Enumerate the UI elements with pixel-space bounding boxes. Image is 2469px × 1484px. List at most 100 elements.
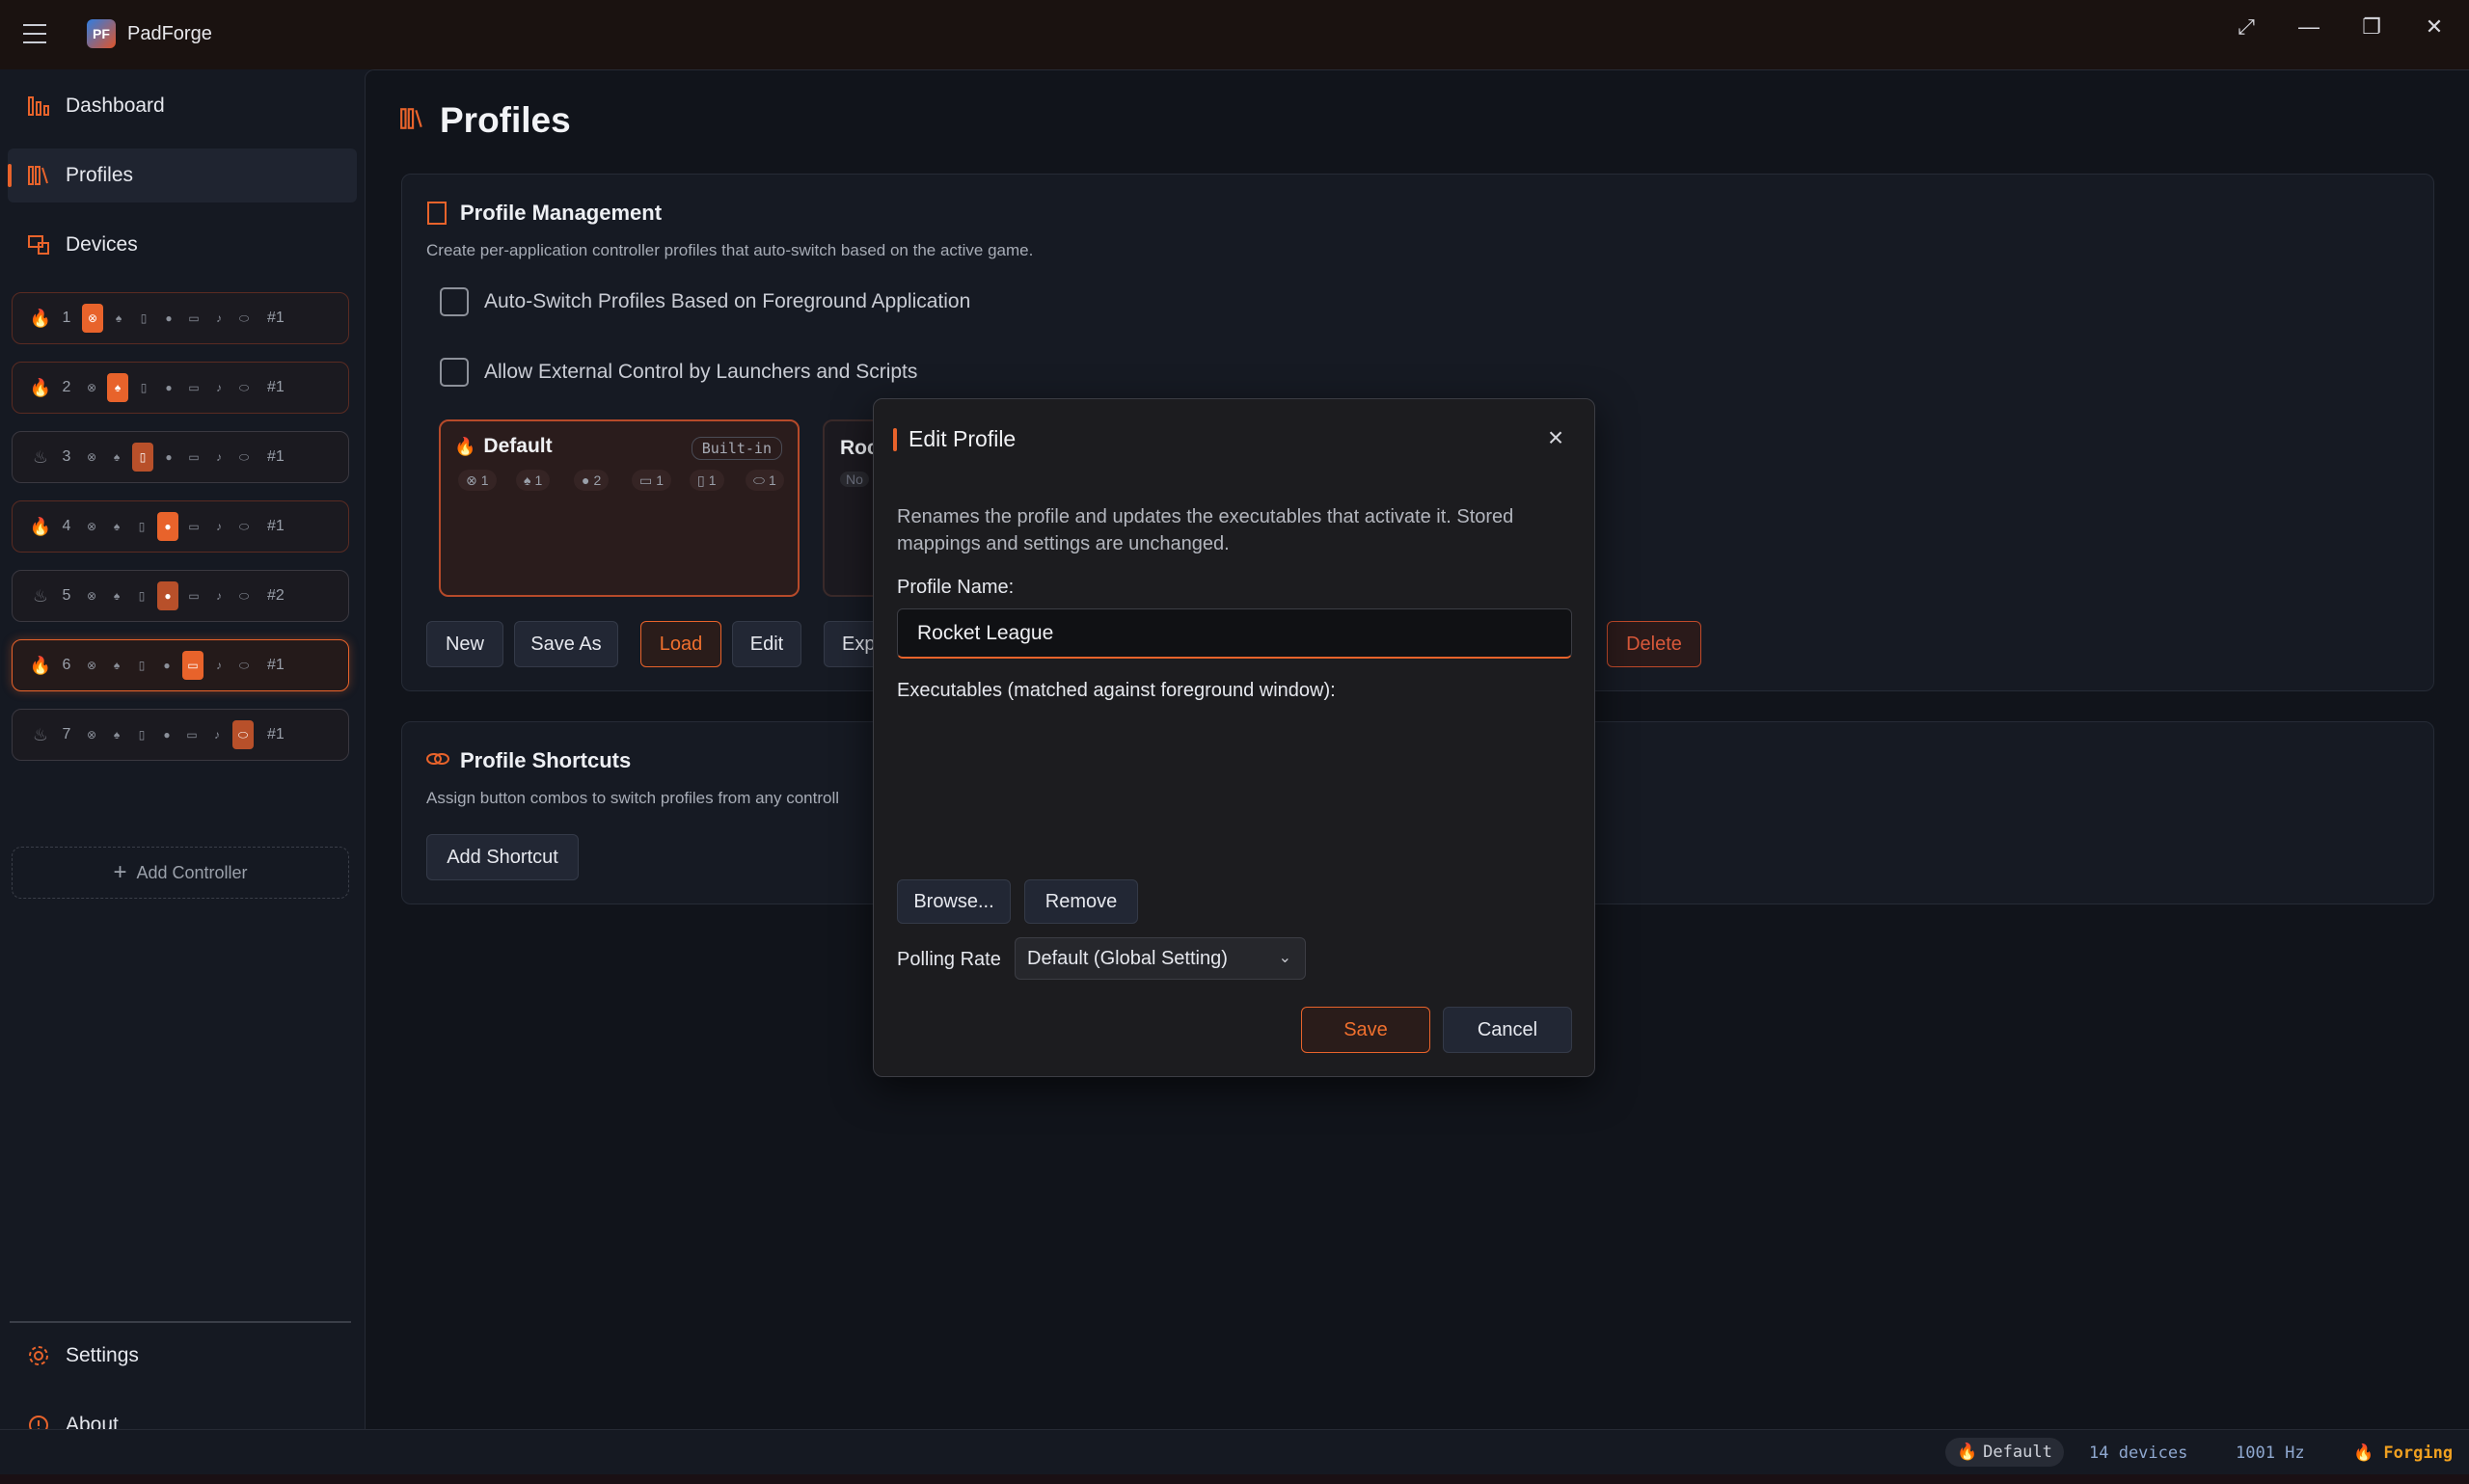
dialog-accent (893, 427, 897, 451)
playstation-icon[interactable]: ♠ (109, 309, 128, 328)
playstation-icon[interactable]: ♠ (107, 656, 126, 675)
sidebar-item-profiles[interactable]: Profiles (8, 148, 357, 202)
close-icon[interactable]: × (1542, 424, 1569, 451)
user-icon[interactable]: ● (159, 447, 178, 467)
hamburger-menu-icon[interactable] (23, 24, 46, 43)
profile-name-input[interactable] (897, 608, 1572, 659)
switch-icon[interactable]: ▯ (134, 309, 153, 328)
switch-icon[interactable]: ▯ (132, 656, 151, 675)
sidebar-item-devices[interactable]: Devices (8, 218, 357, 272)
add-shortcut-button[interactable]: Add Shortcut (426, 834, 579, 880)
instance-tag: #1 (267, 310, 285, 326)
controller-slot-3[interactable]: ♨ 3 ⊗ ♠ ▯ ● ▭ ♪ ⬭ #1 (12, 431, 349, 483)
built-in-badge: Built-in (691, 437, 782, 460)
keyboard-icon[interactable]: ▭ (184, 447, 203, 467)
controller-slot-2[interactable]: 🔥 2 ⊗ ♠ ▯ ● ▭ ♪ ⬭ #1 (12, 362, 349, 414)
flame-icon: 🔥 (29, 377, 52, 397)
minimize-icon[interactable]: — (2286, 8, 2332, 46)
controller-slot-4[interactable]: 🔥 4 ⊗ ♠ ▯ ● ▭ ♪ ⬭ #1 (12, 500, 349, 553)
user-icon[interactable]: ● (159, 378, 178, 397)
xbox-icon[interactable]: ⊗ (82, 378, 101, 397)
playstation-icon[interactable]: ♠ (107, 517, 126, 536)
flame-icon: 🔥 (454, 436, 476, 456)
controller-slot-7[interactable]: ♨ 7 ⊗ ♠ ▯ ● ▭ ♪ ⬭ #1 (12, 709, 349, 761)
remove-button[interactable]: Remove (1024, 879, 1138, 924)
executables-list[interactable] (897, 708, 1572, 872)
gamepad-icon[interactable]: ⬭ (234, 517, 254, 536)
switch-icon[interactable]: ▯ (132, 586, 151, 606)
controller-slot-5[interactable]: ♨ 5 ⊗ ♠ ▯ ● ▭ ♪ ⬭ #2 (12, 570, 349, 622)
user-icon[interactable]: ● (157, 725, 176, 744)
midi-icon[interactable]: ♪ (207, 725, 227, 744)
playstation-icon[interactable]: ♠ (107, 373, 128, 402)
window-bottom-edge (0, 1474, 2469, 1484)
count-value: 1 (708, 472, 717, 488)
add-controller-label: Add Controller (136, 862, 248, 882)
active-profile-chip[interactable]: 🔥 Default (1945, 1438, 2064, 1467)
keyboard-icon[interactable]: ▭ (182, 651, 203, 680)
xbox-icon[interactable]: ⊗ (82, 586, 101, 606)
playstation-icon[interactable]: ♠ (107, 586, 126, 606)
auto-switch-checkbox[interactable] (440, 287, 469, 316)
gamepad-icon[interactable]: ⬭ (234, 447, 254, 467)
midi-icon[interactable]: ♪ (209, 447, 229, 467)
profile-name-text: Default (483, 435, 553, 457)
midi-icon[interactable]: ♪ (209, 517, 229, 536)
save-as-button[interactable]: Save As (514, 621, 618, 667)
keyboard-icon[interactable]: ▭ (184, 309, 203, 328)
profile-card-default[interactable]: 🔥 Default Built-in ⊗ 1 ♠ 1 ● 2 ▭ 1 ▯ 1 ⬭ 1 (439, 419, 800, 597)
external-control-checkbox[interactable] (440, 358, 469, 387)
gamepad-icon[interactable]: ⬭ (234, 586, 254, 606)
switch-icon[interactable]: ▯ (134, 378, 153, 397)
gamepad-icon[interactable]: ⬭ (232, 720, 254, 749)
edit-profile-button[interactable]: Edit (732, 621, 801, 667)
delete-profile-button[interactable]: Delete (1607, 621, 1701, 667)
keyboard-icon[interactable]: ▭ (182, 725, 202, 744)
external-control-row[interactable]: Allow External Control by Launchers and … (440, 358, 917, 387)
profile-name: 🔥 Default (454, 435, 553, 458)
sidebar-item-settings[interactable]: Settings (8, 1329, 357, 1383)
xbox-icon[interactable]: ⊗ (82, 656, 101, 675)
switch-icon[interactable]: ▯ (132, 443, 153, 472)
switch-icon[interactable]: ▯ (132, 517, 151, 536)
count-value: 1 (656, 472, 665, 488)
xbox-icon[interactable]: ⊗ (82, 304, 103, 333)
cancel-button[interactable]: Cancel (1443, 1007, 1572, 1053)
sidebar-item-dashboard[interactable]: Dashboard (8, 79, 357, 133)
user-icon[interactable]: ● (157, 581, 178, 610)
polling-rate-select[interactable]: Default (Global Setting) ⌄ (1015, 937, 1306, 980)
midi-icon[interactable]: ♪ (209, 586, 229, 606)
load-profile-button[interactable]: Load (640, 621, 721, 667)
keyboard-icon[interactable]: ▭ (184, 586, 203, 606)
keyboard-icon[interactable]: ▭ (184, 378, 203, 397)
midi-icon[interactable]: ♪ (209, 378, 229, 397)
gamepad-icon[interactable]: ⬭ (234, 309, 254, 328)
close-window-icon[interactable]: ✕ (2411, 8, 2457, 46)
add-controller-button[interactable]: + Add Controller (12, 847, 349, 899)
gamepad-icon[interactable]: ⬭ (234, 378, 254, 397)
xbox-icon[interactable]: ⊗ (82, 447, 101, 467)
midi-icon[interactable]: ♪ (209, 309, 229, 328)
save-button[interactable]: Save (1301, 1007, 1430, 1053)
playstation-icon[interactable]: ♠ (107, 447, 126, 467)
instance-tag: #2 (267, 587, 285, 604)
user-icon[interactable]: ● (159, 309, 178, 328)
controller-slot-1[interactable]: 🔥 1 ⊗ ♠ ▯ ● ▭ ♪ ⬭ #1 (12, 292, 349, 344)
restore-icon[interactable]: ❐ (2348, 8, 2395, 46)
status-bar: 🔥 Default 14 devices 1001 Hz 🔥 Forging (0, 1429, 2469, 1474)
auto-switch-row[interactable]: Auto-Switch Profiles Based on Foreground… (440, 287, 970, 316)
midi-icon[interactable]: ♪ (209, 656, 229, 675)
controller-slot-6[interactable]: 🔥 6 ⊗ ♠ ▯ ● ▭ ♪ ⬭ #1 (12, 639, 349, 691)
new-profile-button[interactable]: New (426, 621, 503, 667)
fullscreen-icon[interactable]: ⤢ (2223, 8, 2269, 46)
switch-icon[interactable]: ▯ (132, 725, 151, 744)
playstation-icon[interactable]: ♠ (107, 725, 126, 744)
profile-name-label: Profile Name: (897, 577, 1015, 598)
keyboard-icon[interactable]: ▭ (184, 517, 203, 536)
user-icon[interactable]: ● (157, 512, 178, 541)
user-icon[interactable]: ● (157, 656, 176, 675)
xbox-icon[interactable]: ⊗ (82, 725, 101, 744)
browse-button[interactable]: Browse... (897, 879, 1011, 924)
gamepad-icon[interactable]: ⬭ (234, 656, 254, 675)
xbox-icon[interactable]: ⊗ (82, 517, 101, 536)
